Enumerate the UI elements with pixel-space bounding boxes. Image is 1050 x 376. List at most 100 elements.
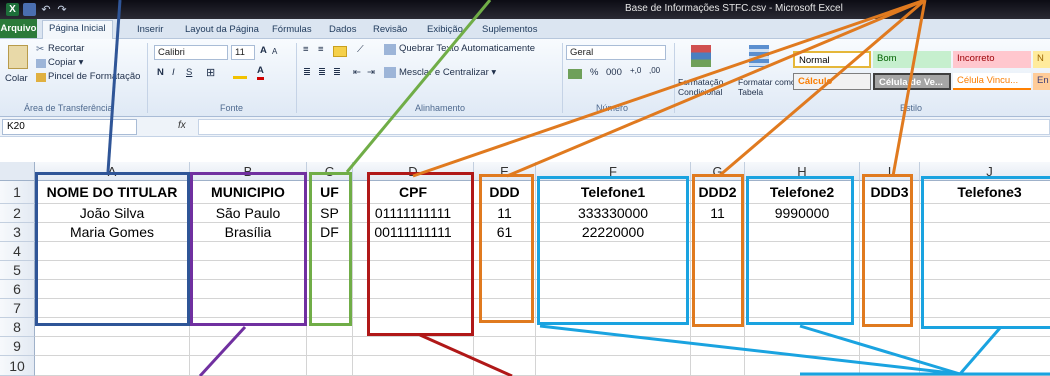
empty-cell[interactable] <box>35 261 190 280</box>
font-size-select[interactable]: 11 <box>231 45 255 60</box>
empty-cell[interactable] <box>35 299 190 318</box>
empty-cell[interactable] <box>745 280 860 299</box>
borders-icon[interactable]: ⊞ <box>206 66 215 79</box>
format-painter-button[interactable]: Pincel de Formatação <box>48 71 140 82</box>
empty-cell[interactable] <box>307 337 353 356</box>
copy-icon[interactable] <box>36 59 46 68</box>
empty-cell[interactable] <box>353 280 474 299</box>
align-bottom-icon[interactable] <box>333 46 347 57</box>
empty-cell[interactable] <box>920 280 1050 299</box>
style-normal[interactable]: Normal <box>793 51 871 68</box>
empty-cell[interactable] <box>691 337 745 356</box>
align-center-icon[interactable]: ≣ <box>318 67 326 78</box>
empty-cell[interactable] <box>35 242 190 261</box>
empty-cell[interactable] <box>474 280 536 299</box>
style-calculo[interactable]: Cálculo <box>793 73 871 90</box>
style-celula-verificacao[interactable]: Célula de Ve... <box>873 73 951 90</box>
thousands-button[interactable]: 000 <box>606 67 622 78</box>
wrap-text-icon[interactable] <box>384 44 396 55</box>
header-cell-h[interactable]: Telefone2 <box>745 181 860 204</box>
paste-button[interactable]: Colar <box>5 73 28 84</box>
empty-cell[interactable] <box>536 261 691 280</box>
column-header-g[interactable]: G <box>691 162 745 181</box>
header-cell-b[interactable]: MUNICIPIO <box>190 181 307 204</box>
header-cell-i[interactable]: DDD3 <box>860 181 920 204</box>
empty-cell[interactable] <box>474 337 536 356</box>
copy-button[interactable]: Copiar ▾ <box>48 57 83 68</box>
merge-center-button[interactable]: Mesclar e Centralizar ▾ <box>399 67 496 78</box>
header-cell-c[interactable]: UF <box>307 181 353 204</box>
decrease-decimal-icon[interactable]: ,00 <box>649 66 660 75</box>
empty-cell[interactable] <box>190 261 307 280</box>
empty-cell[interactable] <box>920 242 1050 261</box>
style-neutro[interactable]: N <box>1033 51 1050 68</box>
data-cell-a2[interactable]: João Silva <box>35 204 190 223</box>
empty-cell[interactable] <box>307 356 353 376</box>
data-cell-e2[interactable]: 11 <box>474 204 536 223</box>
wrap-text-button[interactable]: Quebrar Texto Automaticamente <box>399 43 535 54</box>
empty-cell[interactable] <box>536 299 691 318</box>
empty-cell[interactable] <box>353 261 474 280</box>
font-color-icon[interactable]: A <box>257 65 264 80</box>
empty-cell[interactable] <box>307 280 353 299</box>
shrink-font-icon[interactable]: A <box>272 47 277 56</box>
empty-cell[interactable] <box>691 299 745 318</box>
orientation-icon[interactable]: ⟋ <box>357 44 364 55</box>
row-header-4[interactable]: 4 <box>0 242 35 261</box>
row-header-7[interactable]: 7 <box>0 299 35 318</box>
empty-cell[interactable] <box>353 242 474 261</box>
data-cell-d3[interactable]: 00111111111 <box>353 223 474 242</box>
empty-cell[interactable] <box>474 242 536 261</box>
tab-pagina-inicial[interactable]: Página Inicial <box>42 20 113 39</box>
empty-cell[interactable] <box>307 242 353 261</box>
column-header-c[interactable]: C <box>307 162 353 181</box>
data-cell-j3[interactable] <box>920 223 1050 242</box>
column-header-d[interactable]: D <box>353 162 474 181</box>
empty-cell[interactable] <box>307 318 353 337</box>
header-cell-f[interactable]: Telefone1 <box>536 181 691 204</box>
bold-button[interactable]: N <box>157 67 164 78</box>
column-header-f[interactable]: F <box>536 162 691 181</box>
data-cell-h3[interactable] <box>745 223 860 242</box>
conditional-formatting-button[interactable]: Formatação Condicional <box>678 77 738 97</box>
empty-cell[interactable] <box>353 318 474 337</box>
data-cell-c2[interactable]: SP <box>307 204 353 223</box>
format-as-table-icon[interactable] <box>749 45 769 67</box>
row-header-8[interactable]: 8 <box>0 318 35 337</box>
empty-cell[interactable] <box>860 299 920 318</box>
empty-cell[interactable] <box>35 356 190 376</box>
empty-cell[interactable] <box>691 318 745 337</box>
empty-cell[interactable] <box>860 261 920 280</box>
column-header-b[interactable]: B <box>190 162 307 181</box>
font-name-select[interactable]: Calibri <box>154 45 228 60</box>
fill-color-icon[interactable] <box>233 69 247 79</box>
empty-cell[interactable] <box>353 337 474 356</box>
column-header-a[interactable]: A <box>35 162 190 181</box>
tab-layout-pagina[interactable]: Layout da Página <box>185 24 259 35</box>
tab-dados[interactable]: Dados <box>329 24 356 35</box>
empty-cell[interactable] <box>860 318 920 337</box>
empty-cell[interactable] <box>474 356 536 376</box>
empty-cell[interactable] <box>745 299 860 318</box>
row-header-1[interactable]: 1 <box>0 181 35 204</box>
scissors-icon[interactable]: ✂ <box>36 45 46 55</box>
empty-cell[interactable] <box>860 337 920 356</box>
header-cell-j[interactable]: Telefone3 <box>920 181 1050 204</box>
empty-cell[interactable] <box>745 318 860 337</box>
row-header-3[interactable]: 3 <box>0 223 35 242</box>
row-header-6[interactable]: 6 <box>0 280 35 299</box>
column-header-h[interactable]: H <box>745 162 860 181</box>
empty-cell[interactable] <box>190 280 307 299</box>
header-cell-a[interactable]: NOME DO TITULAR <box>35 181 190 204</box>
formula-input[interactable] <box>198 119 1050 135</box>
empty-cell[interactable] <box>307 299 353 318</box>
save-icon[interactable] <box>23 3 36 16</box>
empty-cell[interactable] <box>745 356 860 376</box>
conditional-formatting-icon[interactable] <box>691 45 711 67</box>
data-cell-c3[interactable]: DF <box>307 223 353 242</box>
data-cell-j2[interactable] <box>920 204 1050 223</box>
align-middle-icon[interactable]: ≡ <box>318 44 324 55</box>
increase-decimal-icon[interactable]: +,0 <box>630 66 641 75</box>
redo-icon[interactable]: ↷ <box>56 4 68 16</box>
data-cell-i2[interactable] <box>860 204 920 223</box>
